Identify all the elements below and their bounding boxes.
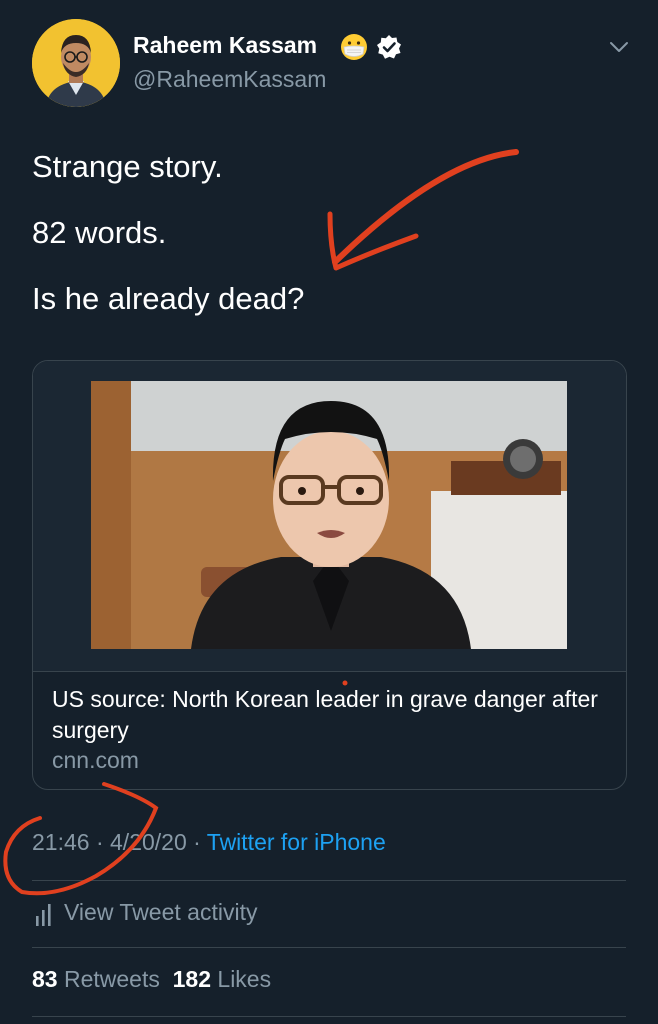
avatar[interactable] — [32, 19, 120, 107]
meta-separator: · — [89, 829, 111, 855]
chevron-down-icon[interactable] — [606, 38, 632, 56]
divider — [32, 947, 626, 948]
tweet-detail-screen: Raheem Kassam @RaheemKassam Strange stor… — [0, 0, 658, 1024]
likes-stat[interactable]: 182 Likes — [173, 966, 271, 992]
face-with-medical-mask-icon — [341, 34, 367, 60]
tweet-meta: 21:46 · 4/20/20 · Twitter for iPhone — [32, 829, 386, 856]
tweet-date[interactable]: 4/20/20 — [110, 829, 187, 855]
tweet-text-line: 82 words. — [32, 215, 167, 250]
tweet-time[interactable]: 21:46 — [32, 829, 90, 855]
divider — [32, 880, 626, 881]
author-handle[interactable]: @RaheemKassam — [133, 66, 326, 93]
likes-label: Likes — [217, 966, 272, 992]
tweet-text-line: Is he already dead? — [32, 281, 305, 316]
card-divider — [33, 671, 626, 672]
author-name[interactable]: Raheem Kassam — [133, 32, 317, 59]
tweet-text-line: Strange story. — [32, 149, 223, 184]
engagement-stats: 83 Retweets 182 Likes — [32, 966, 271, 993]
card-media — [33, 361, 626, 671]
divider — [32, 1016, 626, 1017]
card-title[interactable]: US source: North Korean leader in grave … — [52, 684, 612, 746]
verified-badge-icon — [377, 35, 401, 59]
tweet-source-link[interactable]: Twitter for iPhone — [207, 829, 386, 855]
card-domain[interactable]: cnn.com — [52, 747, 139, 774]
avatar-portrait — [32, 19, 120, 107]
retweets-count: 83 — [32, 966, 58, 992]
link-preview-card[interactable]: US source: North Korean leader in grave … — [32, 360, 627, 790]
meta-separator: · — [186, 829, 207, 855]
retweets-stat[interactable]: 83 Retweets — [32, 966, 160, 992]
annotation-arrowhead — [327, 211, 419, 271]
annotation-arrow — [332, 149, 519, 265]
retweets-label: Retweets — [63, 966, 160, 992]
article-photo — [91, 381, 567, 649]
likes-count: 182 — [172, 966, 212, 992]
view-tweet-activity-link[interactable]: View Tweet activity — [64, 899, 257, 926]
bar-chart-icon[interactable] — [35, 904, 53, 926]
